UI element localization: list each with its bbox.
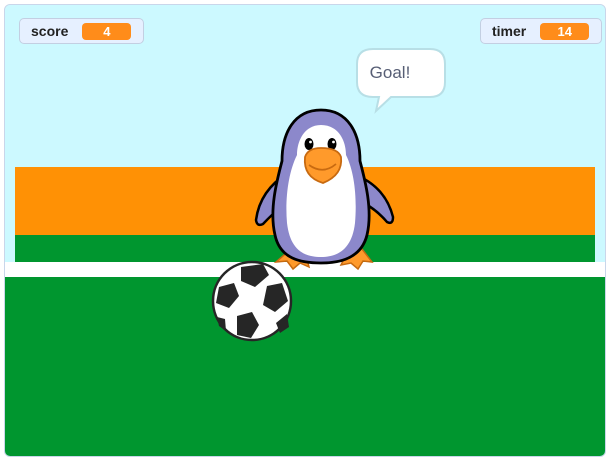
timer-monitor[interactable]: timer 14 [480,18,602,44]
scene-background [5,5,605,456]
field-grass [5,277,605,456]
timer-label: timer [492,23,527,39]
score-value: 4 [82,22,132,40]
game-stage[interactable]: Goal! score 4 timer 14 [4,4,606,457]
score-label: score [31,23,69,39]
soccer-ball-sprite-icon[interactable] [211,260,293,342]
timer-value: 14 [540,22,590,40]
score-monitor[interactable]: score 4 [19,18,144,44]
speech-bubble-text: Goal! [369,63,411,82]
